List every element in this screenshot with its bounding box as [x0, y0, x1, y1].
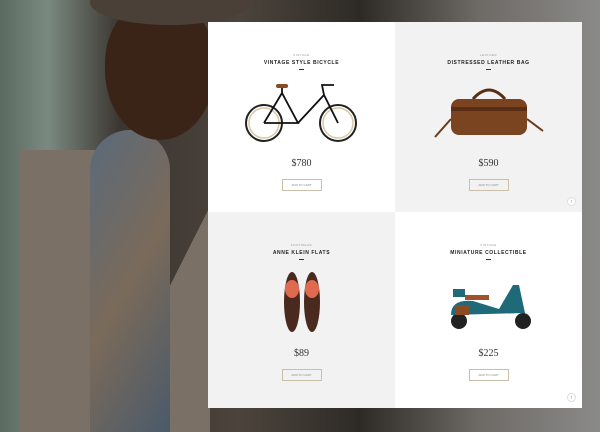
- product-title[interactable]: Anne Klein Flats: [273, 250, 330, 256]
- product-card: Footwear Anne Klein Flats $89 Add to car…: [208, 212, 395, 408]
- add-to-cart-button[interactable]: Add to cart: [468, 179, 509, 191]
- add-to-cart-button[interactable]: Add to cart: [281, 369, 322, 381]
- product-price: $89: [294, 348, 309, 359]
- product-title[interactable]: Miniature Collectible: [450, 250, 526, 256]
- scroll-up-icon[interactable]: ↑: [567, 393, 576, 402]
- add-to-cart-button[interactable]: Add to cart: [468, 369, 509, 381]
- product-category: Leather: [479, 53, 498, 57]
- add-to-cart-button[interactable]: Add to cart: [281, 179, 322, 191]
- product-title[interactable]: Distressed Leather Bag: [447, 60, 529, 66]
- product-title[interactable]: Vintage Style Bicycle: [264, 60, 339, 66]
- flats-image[interactable]: [232, 268, 372, 336]
- divider: [486, 259, 491, 260]
- divider: [299, 69, 304, 70]
- product-card: Vintage Miniature Collectible $225 Add t…: [395, 212, 582, 408]
- product-price: $225: [478, 348, 499, 359]
- bicycle-image[interactable]: [232, 78, 372, 146]
- scooter-image[interactable]: [419, 268, 559, 336]
- product-price: $780: [291, 158, 312, 169]
- product-card: Vintage Vintage Style Bicycle $780 Add t…: [208, 22, 395, 212]
- product-category: Vintage: [480, 243, 497, 247]
- product-category: Vintage: [293, 53, 310, 57]
- product-price: $590: [478, 158, 499, 169]
- divider: [299, 259, 304, 260]
- model-shirt: [90, 130, 170, 432]
- product-category: Footwear: [290, 243, 313, 247]
- leather-bag-image[interactable]: [419, 78, 559, 146]
- scroll-up-icon[interactable]: ↑: [567, 197, 576, 206]
- product-grid: Vintage Vintage Style Bicycle $780 Add t…: [208, 22, 582, 408]
- product-card: Leather Distressed Leather Bag $590 Add …: [395, 22, 582, 212]
- divider: [486, 69, 491, 70]
